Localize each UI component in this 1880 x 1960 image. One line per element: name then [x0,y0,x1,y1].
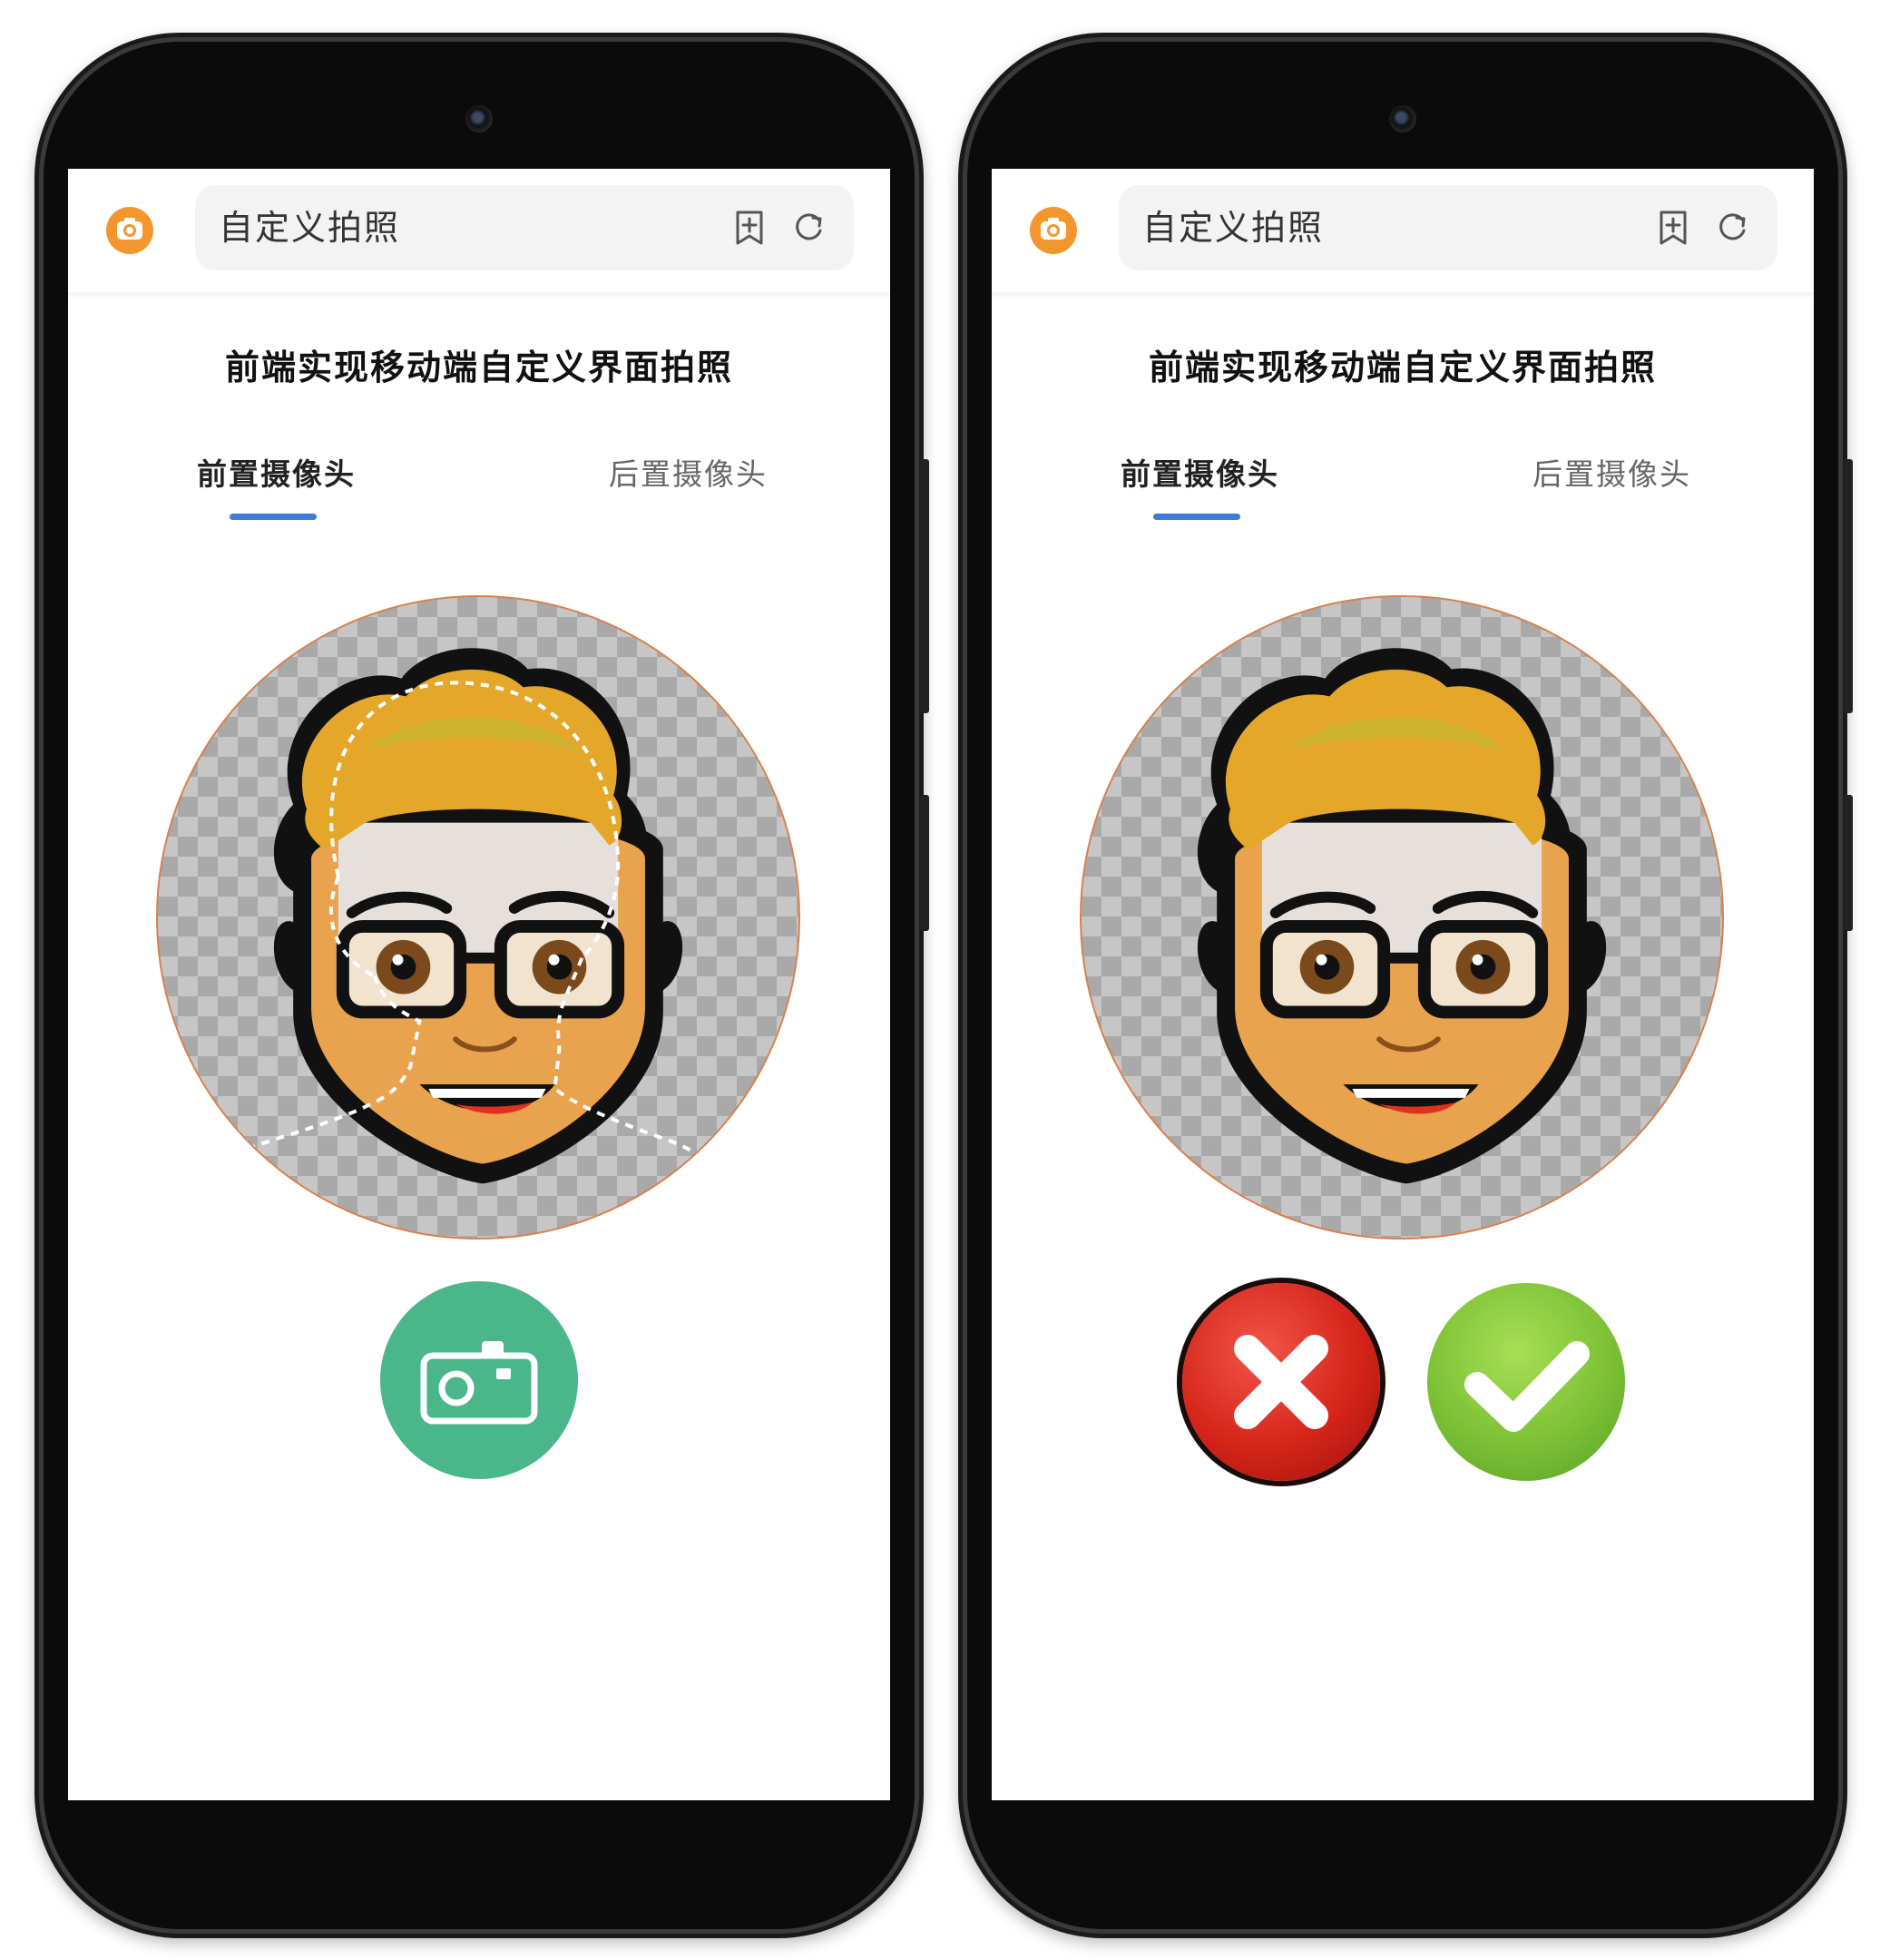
screen: 自定义拍照 前端实现移动端自定义界面拍照 前置摄像头 后置摄像头 [68,169,890,1800]
phone-capture: 自定义拍照 前端实现移动端自定义界面拍照 前置摄像头 后置摄像头 [44,42,929,1929]
camera-icon [106,207,153,254]
tab-front-camera[interactable]: 前置摄像头 [1121,450,1279,494]
shutter-button[interactable] [380,1281,578,1479]
page-heading: 前端实现移动端自定义界面拍照 [1148,348,1657,387]
check-icon [1464,1341,1590,1432]
active-tab-indicator [1153,514,1240,520]
volume-button [920,459,929,713]
app-header: 自定义拍照 [68,169,890,292]
bookmark-add-icon[interactable] [1658,210,1689,246]
avatar-face-image [1197,648,1607,1184]
front-camera [1389,105,1416,132]
cancel-button[interactable] [1182,1283,1380,1481]
camera-icon [1030,207,1077,254]
refresh-icon[interactable] [792,211,827,245]
close-icon [1234,1335,1328,1429]
title-bar: 自定义拍照 [195,185,854,270]
camera-preview [156,595,800,1240]
captured-photo [1080,595,1724,1240]
volume-button [1844,459,1853,713]
confirm-button[interactable] [1427,1283,1625,1481]
tab-rear-camera[interactable]: 后置摄像头 [609,450,768,494]
refresh-icon[interactable] [1716,211,1750,245]
avatar-face-image [229,648,719,1184]
tab-front-camera[interactable]: 前置摄像头 [197,450,356,494]
power-button [1844,795,1853,931]
page-heading: 前端实现移动端自定义界面拍照 [224,348,733,387]
app-header: 自定义拍照 [992,169,1814,292]
app-title: 自定义拍照 [219,208,401,248]
title-bar: 自定义拍照 [1119,185,1777,270]
front-camera [465,105,493,132]
screen: 自定义拍照 前端实现移动端自定义界面拍照 前置摄像头 后置摄像头 [992,169,1814,1800]
camera-icon [420,1341,538,1425]
bookmark-add-icon[interactable] [734,210,765,246]
power-button [920,795,929,931]
phone-review: 自定义拍照 前端实现移动端自定义界面拍照 前置摄像头 后置摄像头 [967,42,1853,1929]
active-tab-indicator [230,514,317,520]
app-title: 自定义拍照 [1142,208,1325,248]
tab-rear-camera[interactable]: 后置摄像头 [1532,450,1691,494]
